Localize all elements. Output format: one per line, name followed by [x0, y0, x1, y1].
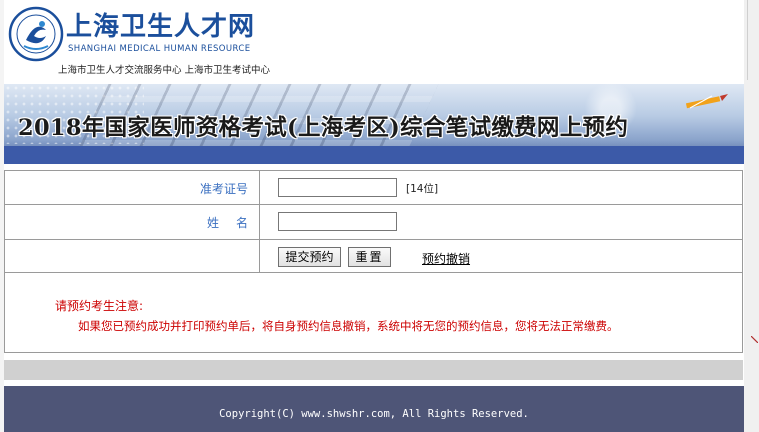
logo-english-title: SHANGHAI MEDICAL HUMAN RESOURCE [68, 44, 251, 54]
banner-blue-strip [4, 146, 744, 164]
separator-bar [4, 360, 743, 380]
page-edge-line [747, 0, 748, 80]
exam-id-row: 准考证号 [14位] [5, 171, 742, 205]
logo-subtitle: 上海市卫生人才交流服务中心 上海市卫生考试中心 [58, 65, 271, 76]
copyright-text: Copyright(C) www.shwshr.com, All Rights … [219, 408, 529, 420]
name-input[interactable] [278, 212, 397, 231]
cancel-reservation-link[interactable]: 预约撤销 [422, 250, 470, 267]
logo-emblem-icon [8, 6, 64, 62]
name-row: 姓名 [5, 205, 742, 240]
actions-row: 提交预约 重置 预约撤销 [5, 240, 742, 273]
submit-reservation-button[interactable]: 提交预约 [278, 247, 341, 267]
logo-chinese-title: 上海卫生人才网 [66, 12, 256, 42]
banner-title: 2018年国家医师资格考试(上海考区)综合笔试缴费网上预约 [18, 115, 629, 141]
page: 上海卫生人才网 SHANGHAI MEDICAL HUMAN RESOURCE … [4, 0, 748, 432]
banner: 2018年国家医师资格考试(上海考区)综合笔试缴费网上预约 [4, 84, 744, 164]
notice-text: 如果您已预约成功并打印预约单后，将自身预约信息撤销，系统中将无您的预约信息，您将… [78, 319, 619, 333]
footer: Copyright(C) www.shwshr.com, All Rights … [4, 386, 744, 432]
exam-id-input[interactable] [278, 178, 397, 197]
resize-corner-icon [751, 336, 758, 343]
exam-id-label: 准考证号 [199, 182, 248, 196]
name-label: 姓名 [206, 216, 265, 230]
exam-id-hint: [14位] [406, 183, 439, 195]
column-divider [259, 171, 260, 273]
reservation-form: 准考证号 [14位] 姓名 提交预约 重置 预约撤销 请预约考生注意: 如果您已… [4, 170, 743, 353]
notice-title: 请预约考生注意: [55, 299, 144, 313]
site-logo[interactable]: 上海卫生人才网 SHANGHAI MEDICAL HUMAN RESOURCE … [6, 4, 278, 76]
pencil-icon [685, 94, 728, 109]
reset-button[interactable]: 重置 [348, 247, 391, 267]
